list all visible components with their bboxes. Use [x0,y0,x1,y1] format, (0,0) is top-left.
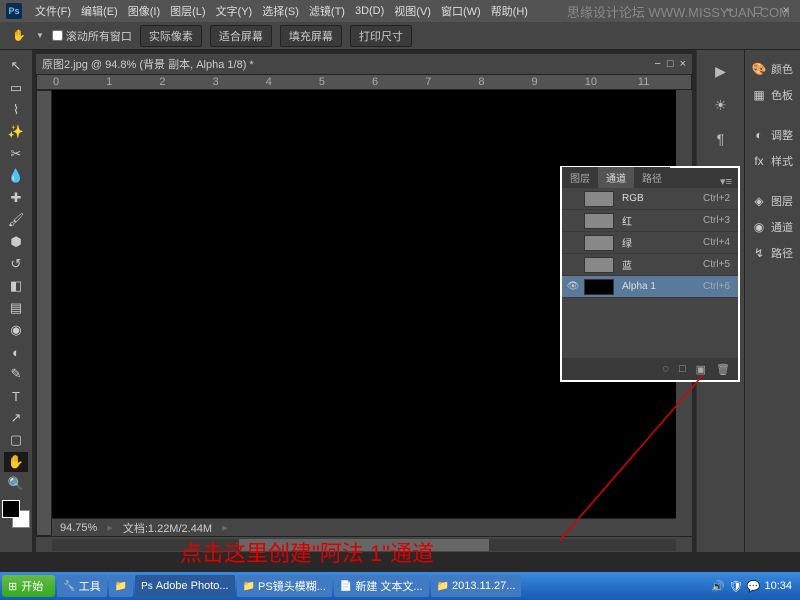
foreground-swatch[interactable] [2,500,20,518]
menu-filter[interactable]: 滤镜(T) [304,3,350,19]
taskbar-photoshop[interactable]: Ps Adobe Photo... [135,575,234,597]
fill-screen-button[interactable]: 填充屏幕 [280,25,342,47]
panel-dock: 🎨颜色 ▦色板 ◐调整 fx样式 ◈图层 ◉通道 ↯路径 [744,50,800,552]
gradient-tool-icon[interactable]: ▤ [4,298,28,318]
color-swatches[interactable] [2,500,30,528]
panel-channels[interactable]: ◉通道 [745,216,800,238]
panel-styles[interactable]: fx样式 [745,150,800,172]
print-size-button[interactable]: 打印尺寸 [350,25,412,47]
menu-file[interactable]: 文件(F) [30,3,76,19]
windows-logo-icon: ⊞ [8,580,17,593]
history-brush-icon[interactable]: ↺ [4,254,28,274]
ruler-vertical [36,90,52,536]
menu-view[interactable]: 视图(V) [389,3,436,19]
stamp-tool-icon[interactable]: ⬢ [4,232,28,252]
menu-type[interactable]: 文字(Y) [211,3,258,19]
delete-channel-icon[interactable]: 🗑 [716,363,730,376]
move-tool-icon[interactable]: ↖ [4,56,28,76]
tray-icon[interactable]: 🔊 [711,580,725,593]
tray-icon[interactable]: 🛡 [729,580,743,593]
heal-tool-icon[interactable]: ✚ [4,188,28,208]
crop-tool-icon[interactable]: ✂ [4,144,28,164]
channels-panel: 图层 通道 路径 ▾≡ RGBCtrl+2 红Ctrl+3 绿Ctrl+4 蓝C… [560,166,740,382]
menu-help[interactable]: 帮助(H) [486,3,533,19]
doc-close-icon[interactable]: × [680,58,686,70]
path-tool-icon[interactable]: ↗ [4,408,28,428]
lasso-tool-icon[interactable]: ⌇ [4,100,28,120]
tab-channels[interactable]: 通道 [598,167,634,188]
watermark-text: 思缘设计论坛 WWW.MISSYUAN.COM [567,2,790,21]
panel-swatches[interactable]: ▦色板 [745,84,800,106]
taskbar: ⊞开始 🔧工具 📁 Ps Adobe Photo... 📁PS镜头模糊... 📄… [0,572,800,600]
shape-tool-icon[interactable]: ▢ [4,430,28,450]
menu-layer[interactable]: 图层(L) [165,3,210,19]
marquee-tool-icon[interactable]: ▭ [4,78,28,98]
panel-menu-icon[interactable]: ▾≡ [714,175,738,188]
history-icon[interactable]: ▶ [710,60,732,82]
tray-icon[interactable]: 💬 [747,580,761,593]
panel-color[interactable]: 🎨颜色 [745,58,800,80]
visibility-icon[interactable]: 👁 [566,281,580,292]
dropdown-icon[interactable]: ▼ [36,31,44,40]
start-button[interactable]: ⊞开始 [2,575,55,597]
hand-tool-icon: ✋ [10,27,28,45]
taskbar-notepad[interactable]: 📄新建 文本文... [334,575,429,597]
taskbar-tools[interactable]: 🔧工具 [57,575,106,597]
channel-blue[interactable]: 蓝Ctrl+5 [562,254,738,276]
panel-paths[interactable]: ↯路径 [745,242,800,264]
app-logo: Ps [6,3,22,19]
adjustments-icon[interactable]: ☀ [710,94,732,116]
eraser-tool-icon[interactable]: ◧ [4,276,28,296]
panel-adjustments[interactable]: ◐调整 [745,124,800,146]
zoom-level[interactable]: 94.75% [60,522,97,534]
menu-edit[interactable]: 编辑(E) [76,3,123,19]
menu-select[interactable]: 选择(S) [257,3,304,19]
status-bar: 94.75% ▸ 文档:1.22M/2.44M ▸ [52,518,676,536]
doc-maximize-icon[interactable]: □ [667,58,674,70]
blur-tool-icon[interactable]: ◉ [4,320,28,340]
menu-3d[interactable]: 3D(D) [350,5,389,17]
tab-layers[interactable]: 图层 [562,167,598,188]
save-selection-icon[interactable]: □ [679,363,686,375]
taskbar-folder3[interactable]: 📁2013.11.27... [431,575,522,597]
taskbar-folder[interactable]: 📁 [109,575,133,597]
taskbar-folder2[interactable]: 📁PS镜头模糊... [237,575,332,597]
dodge-tool-icon[interactable]: ◐ [4,342,28,362]
system-tray[interactable]: 🔊 🛡 💬 10:34 [705,580,798,593]
options-bar: ✋ ▼ 滚动所有窗口 实际像素 适合屏幕 填充屏幕 打印尺寸 [0,22,800,50]
annotation-text: 点击这里创建"阿法 1"通道 [180,536,434,568]
new-channel-icon[interactable]: ▣ [696,363,706,376]
tab-paths[interactable]: 路径 [634,167,670,188]
channel-green[interactable]: 绿Ctrl+4 [562,232,738,254]
type-tool-icon[interactable]: T [4,386,28,406]
character-icon[interactable]: ¶ [710,128,732,150]
actual-pixels-button[interactable]: 实际像素 [140,25,202,47]
doc-minimize-icon[interactable]: − [654,58,660,70]
eyedropper-tool-icon[interactable]: 💧 [4,166,28,186]
tools-panel: ↖ ▭ ⌇ ✨ ✂ 💧 ✚ 🖌 ⬢ ↺ ◧ ▤ ◉ ◐ ✎ T ↗ ▢ ✋ 🔍 [0,50,32,552]
channel-red[interactable]: 红Ctrl+3 [562,210,738,232]
document-title: 原图2.jpg @ 94.8% (背景 副本, Alpha 1/8) * [42,56,254,72]
hand-tool-icon[interactable]: ✋ [4,452,28,472]
zoom-tool-icon[interactable]: 🔍 [4,474,28,494]
scroll-all-checkbox[interactable]: 滚动所有窗口 [52,28,132,44]
menu-window[interactable]: 窗口(W) [436,3,486,19]
channel-alpha1[interactable]: 👁Alpha 1Ctrl+6 [562,276,738,298]
panel-layers[interactable]: ◈图层 [745,190,800,212]
document-titlebar: 原图2.jpg @ 94.8% (背景 副本, Alpha 1/8) * − □… [36,54,692,74]
menu-image[interactable]: 图像(I) [123,3,165,19]
ruler-horizontal: 01234567891011 [36,74,692,90]
doc-size: 文档:1.22M/2.44M [123,520,212,536]
clock: 10:34 [764,580,792,592]
wand-tool-icon[interactable]: ✨ [4,122,28,142]
fit-screen-button[interactable]: 适合屏幕 [210,25,272,47]
brush-tool-icon[interactable]: 🖌 [4,210,28,230]
channel-rgb[interactable]: RGBCtrl+2 [562,188,738,210]
pen-tool-icon[interactable]: ✎ [4,364,28,384]
load-selection-icon[interactable]: ◌ [662,363,669,375]
